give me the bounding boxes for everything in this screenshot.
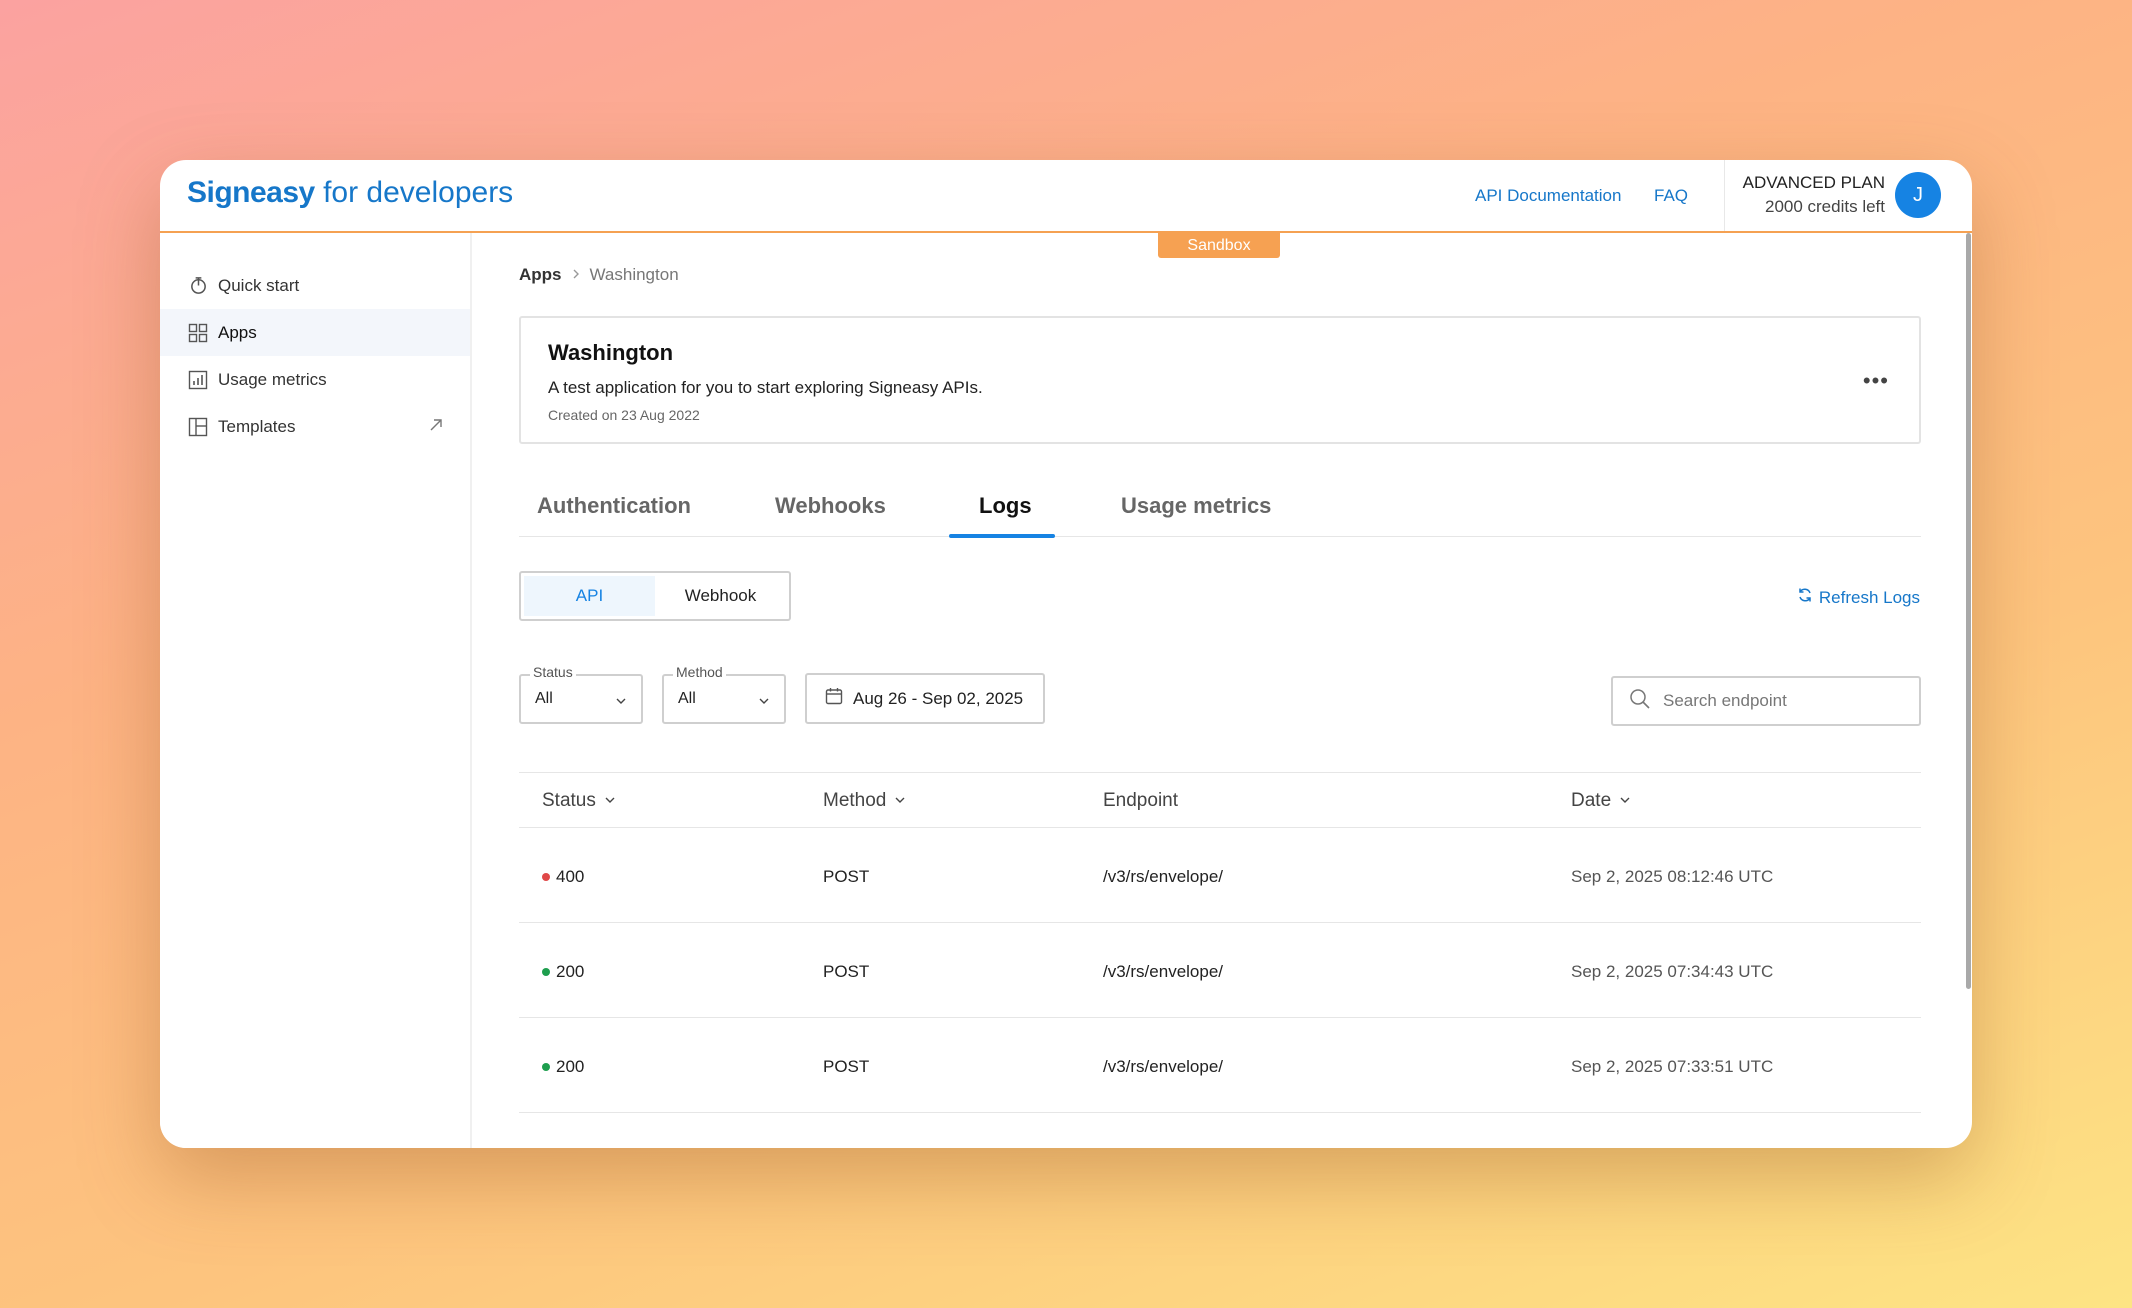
- method-filter-select[interactable]: Method All: [662, 664, 786, 724]
- status-code: 200: [556, 962, 585, 981]
- column-header-endpoint: Endpoint: [1103, 790, 1178, 812]
- template-icon: [188, 417, 208, 437]
- status-filter-value: All: [535, 690, 553, 707]
- status-cell: 200: [542, 1057, 584, 1077]
- chevron-down-icon: [894, 790, 906, 812]
- plan-name: ADVANCED PLAN: [1742, 173, 1885, 192]
- app-tabs: Authentication Webhooks Logs Usage metri…: [519, 479, 1921, 538]
- api-documentation-link[interactable]: API Documentation: [1475, 186, 1621, 206]
- app-description: A test application for you to start expl…: [548, 378, 983, 397]
- column-header-label: Status: [542, 790, 596, 811]
- plan-area[interactable]: ADVANCED PLAN 2000 credits left J: [1724, 160, 1972, 231]
- method-cell: POST: [823, 867, 870, 886]
- breadcrumb-apps[interactable]: Apps: [519, 265, 562, 285]
- sidebar-item-templates[interactable]: Templates: [160, 403, 470, 450]
- status-code: 400: [556, 867, 585, 886]
- chevron-down-icon: [615, 694, 627, 712]
- column-header-status[interactable]: Status: [542, 790, 616, 812]
- tab-logs[interactable]: Logs: [979, 493, 1032, 519]
- column-header-label: Method: [823, 790, 887, 811]
- date-range-value: Aug 26 - Sep 02, 2025: [853, 688, 1024, 708]
- logo[interactable]: Signeasy for developers: [187, 176, 513, 210]
- endpoint-cell: /v3/rs/envelope/: [1103, 1057, 1224, 1076]
- date-cell: Sep 2, 2025 08:12:46 UTC: [1571, 867, 1774, 886]
- app-summary-card: Washington A test application for you to…: [519, 316, 1921, 444]
- table-row[interactable]: 200 POST /v3/rs/envelope/ Sep 2, 2025 07…: [519, 923, 1921, 1018]
- log-type-toggle: API Webhook: [519, 571, 791, 621]
- method-filter-value: All: [678, 690, 696, 707]
- logo-brand: Signeasy: [187, 176, 315, 209]
- breadcrumb-current: Washington: [589, 265, 679, 284]
- more-options-button[interactable]: •••: [1863, 368, 1889, 394]
- sidebar: Quick start Apps Usage metrics Templates: [160, 233, 472, 1148]
- tab-usage-metrics[interactable]: Usage metrics: [1121, 493, 1271, 519]
- column-header-method[interactable]: Method: [823, 790, 906, 812]
- search-icon: [1629, 688, 1651, 715]
- refresh-logs-label: Refresh Logs: [1818, 587, 1920, 607]
- logs-table: Status Method Endpoint Date 400 POST /v3…: [519, 772, 1921, 1113]
- sidebar-item-label: Apps: [218, 322, 257, 342]
- status-cell: 400: [542, 867, 584, 887]
- date-range-picker[interactable]: Aug 26 - Sep 02, 2025: [805, 673, 1045, 724]
- calendar-icon: [825, 687, 843, 710]
- status-cell: 200: [542, 962, 584, 982]
- active-tab-indicator: [949, 534, 1055, 538]
- status-code: 200: [556, 1057, 585, 1076]
- top-header: Signeasy for developers API Documentatio…: [160, 160, 1972, 233]
- external-link-icon: [428, 417, 444, 438]
- tab-authentication[interactable]: Authentication: [537, 493, 691, 519]
- scrollbar[interactable]: [1966, 233, 1971, 989]
- chevron-down-icon: [758, 694, 770, 712]
- plan-credits: 2000 credits left: [1764, 197, 1885, 216]
- sidebar-item-usage-metrics[interactable]: Usage metrics: [160, 356, 470, 403]
- date-cell: Sep 2, 2025 07:33:51 UTC: [1571, 1057, 1774, 1076]
- app-created-date: Created on 23 Aug 2022: [548, 407, 700, 423]
- sidebar-item-label: Templates: [218, 416, 296, 436]
- chevron-down-icon: [604, 790, 616, 812]
- sidebar-item-label: Usage metrics: [218, 369, 327, 389]
- method-cell: POST: [823, 1057, 870, 1076]
- logo-subtitle: for developers: [323, 176, 514, 209]
- status-dot-icon: [542, 968, 550, 976]
- main-content: Apps Washington Washington A test applic…: [472, 233, 1972, 1148]
- refresh-icon: [1797, 587, 1813, 608]
- app-title: Washington: [548, 340, 674, 365]
- webhook-logs-button[interactable]: Webhook: [655, 576, 786, 616]
- endpoint-cell: /v3/rs/envelope/: [1103, 962, 1224, 981]
- power-icon: [188, 276, 208, 296]
- date-cell: Sep 2, 2025 07:34:43 UTC: [1571, 962, 1774, 981]
- avatar[interactable]: J: [1895, 172, 1941, 218]
- chevron-right-icon: [570, 265, 582, 285]
- search-endpoint-input[interactable]: [1663, 691, 1903, 711]
- status-filter-label: Status: [530, 664, 576, 680]
- status-filter-select[interactable]: Status All: [519, 664, 643, 724]
- status-dot-icon: [542, 873, 550, 881]
- faq-link[interactable]: FAQ: [1654, 186, 1688, 206]
- endpoint-cell: /v3/rs/envelope/: [1103, 867, 1224, 886]
- column-header-date[interactable]: Date: [1571, 790, 1631, 812]
- column-header-label: Date: [1571, 790, 1612, 811]
- sidebar-item-apps[interactable]: Apps: [160, 309, 470, 356]
- method-filter-label: Method: [673, 664, 726, 680]
- status-dot-icon: [542, 1063, 550, 1071]
- table-row[interactable]: 400 POST /v3/rs/envelope/ Sep 2, 2025 08…: [519, 828, 1921, 923]
- bar-chart-icon: [188, 370, 208, 390]
- chevron-down-icon: [1619, 790, 1631, 812]
- sidebar-item-label: Quick start: [218, 275, 300, 295]
- search-box: [1611, 676, 1921, 726]
- table-header: Status Method Endpoint Date: [519, 772, 1921, 828]
- breadcrumb: Apps Washington: [519, 265, 679, 285]
- column-header-label: Endpoint: [1103, 790, 1179, 811]
- table-row[interactable]: 200 POST /v3/rs/envelope/ Sep 2, 2025 07…: [519, 1018, 1921, 1113]
- method-cell: POST: [823, 962, 870, 981]
- app-window: Signeasy for developers API Documentatio…: [160, 160, 1972, 1148]
- sidebar-item-quick-start[interactable]: Quick start: [160, 262, 470, 309]
- grid-icon: [188, 323, 208, 343]
- tab-webhooks[interactable]: Webhooks: [775, 493, 886, 519]
- refresh-logs-button[interactable]: Refresh Logs: [1797, 587, 1920, 608]
- api-logs-button[interactable]: API: [524, 576, 655, 616]
